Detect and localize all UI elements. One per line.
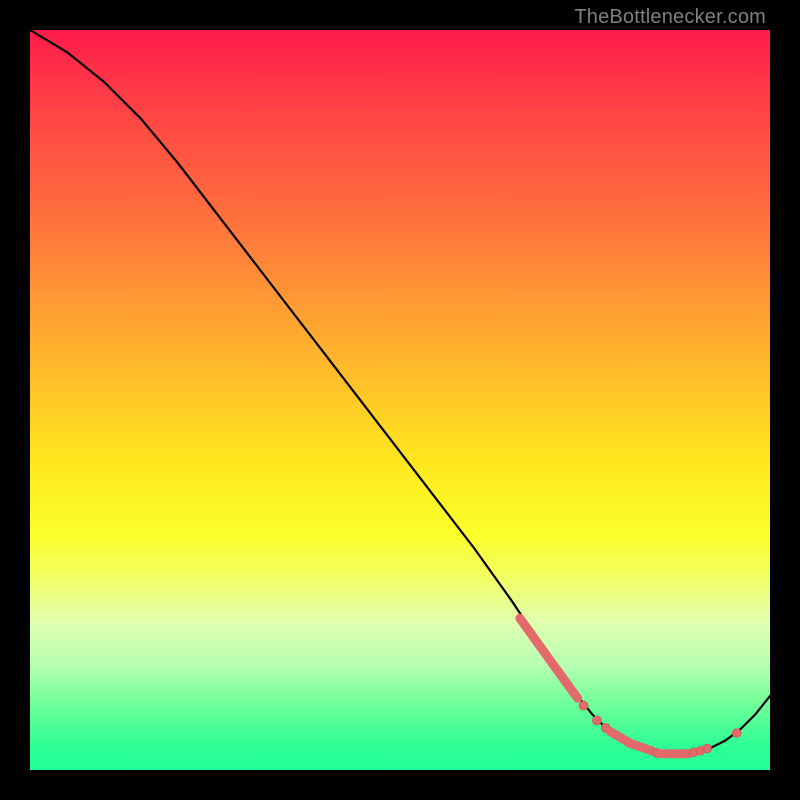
chart-frame: TheBottlenecker.com [0, 0, 800, 800]
bottleneck-chart-svg [30, 30, 770, 770]
attribution-text: TheBottlenecker.com [574, 6, 766, 29]
marker-dash [628, 743, 652, 751]
marker-dot [592, 716, 601, 725]
marker-dot [732, 729, 741, 738]
marker-dash [548, 658, 578, 699]
marker-dot [579, 701, 588, 710]
marker-dot [703, 744, 712, 753]
marker-dash [520, 618, 547, 655]
bottleneck-curve [30, 30, 770, 755]
plot-area [30, 30, 770, 770]
marker-layer [520, 618, 741, 757]
